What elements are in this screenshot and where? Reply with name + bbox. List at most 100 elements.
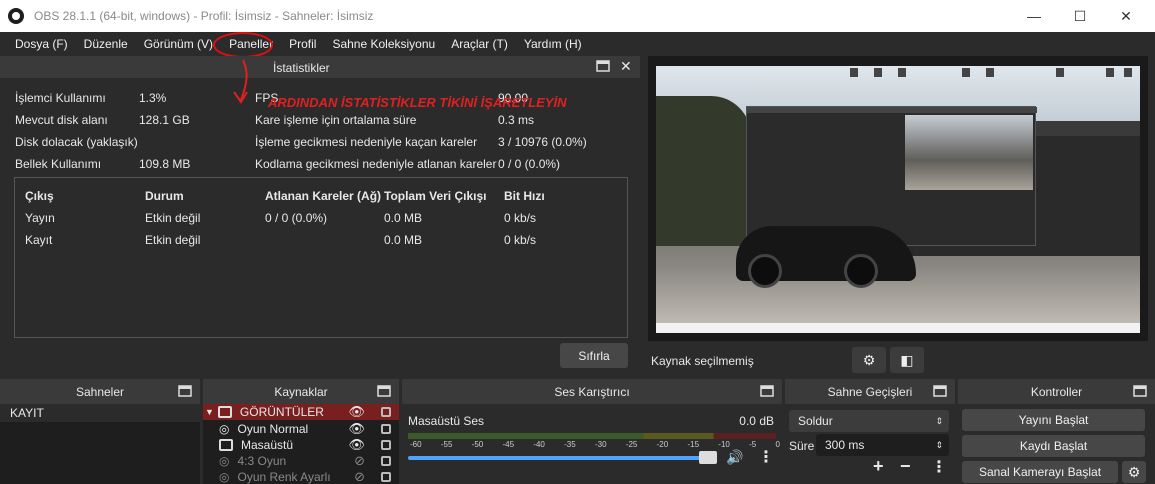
menu-edit[interactable]: Düzenle — [76, 37, 136, 51]
close-button[interactable]: ✕ — [1103, 0, 1149, 32]
transition-select[interactable]: Soldur ⇕ — [789, 410, 949, 432]
minimize-button[interactable]: — — [1011, 0, 1057, 32]
lock-icon[interactable] — [381, 440, 391, 450]
minus-icon[interactable]: − — [900, 456, 911, 477]
output-stats-table: Çıkış Durum Atlanan Kareler (Ağ) Toplam … — [14, 177, 628, 338]
column-header: Toplam Veri Çıkışı — [384, 189, 487, 203]
audio-mixer-dock: Ses Karıştırıcı Masaüstü Ses 0.0 dB -60 … — [402, 379, 782, 484]
plus-icon[interactable]: + — [873, 456, 884, 477]
maximize-button[interactable]: ☐ — [1057, 0, 1103, 32]
table-cell: 0.0 MB — [384, 211, 423, 225]
speaker-icon[interactable]: 🔊 — [726, 449, 743, 466]
float-icon[interactable] — [178, 385, 192, 397]
close-icon[interactable]: ✕ — [620, 58, 632, 75]
obs-logo-icon — [8, 8, 24, 24]
start-virtual-camera-button[interactable]: Sanal Kamerayı Başlat — [962, 461, 1118, 483]
trees-shape — [656, 96, 751, 246]
meter-scale: -60 -55 -50 -45 -40 -35 -30 -25 -20 -15 … — [410, 440, 780, 449]
stat-value: 3 / 10976 (0.0%) — [498, 135, 587, 149]
desktop-icon — [850, 68, 858, 77]
stat-value: 1.3% — [139, 91, 167, 105]
nested-preview — [905, 115, 1033, 190]
desktop-icon — [898, 68, 906, 77]
scenes-title: Sahneler — [75, 385, 125, 399]
volume-slider[interactable] — [408, 456, 708, 460]
lock-icon[interactable] — [381, 456, 391, 466]
nested-obs-window — [746, 106, 1037, 246]
wheel-shape — [748, 254, 782, 288]
spinner-icon: ⇕ — [935, 415, 943, 426]
mixer-body: Masaüstü Ses 0.0 dB -60 -55 -50 -45 -40 … — [402, 404, 782, 484]
float-icon[interactable] — [1133, 385, 1147, 397]
float-icon[interactable] — [933, 385, 947, 397]
source-label: GÖRÜNTÜLER — [239, 405, 324, 419]
volume-meter — [408, 433, 776, 439]
more-options-icon[interactable]: ⋮ — [758, 447, 774, 467]
meter-tick: -5 — [749, 440, 757, 449]
eye-icon[interactable]: 👁 — [348, 421, 365, 437]
meter-tick: -15 — [687, 440, 700, 449]
more-options-icon[interactable]: ⋮ — [931, 457, 947, 477]
column-header: Atlanan Kareler (Ağ) — [265, 189, 382, 203]
list-item[interactable]: Masaüstü 👁 — [203, 437, 399, 453]
filters-icon[interactable]: ◧ — [890, 347, 924, 373]
sources-header: Kaynaklar — [203, 379, 399, 404]
table-cell: 0.0 MB — [384, 233, 423, 247]
meter-tick: -60 — [410, 440, 422, 449]
list-item[interactable]: ◎ Oyun Normal 👁 — [203, 421, 399, 437]
meter-tick: -30 — [594, 440, 607, 449]
table-cell: Etkin değil — [145, 211, 201, 225]
start-streaming-button[interactable]: Yayını Başlat — [962, 409, 1145, 431]
gear-icon[interactable]: ⚙ — [1122, 461, 1146, 483]
list-item[interactable]: ◎ 4:3 Oyun ⊘ — [203, 453, 399, 469]
menu-help[interactable]: Yardım (H) — [516, 37, 590, 51]
mixer-title: Ses Karıştırıcı — [554, 385, 630, 399]
start-recording-button[interactable]: Kaydı Başlat — [962, 435, 1145, 457]
transitions-header: Sahne Geçişleri — [785, 379, 955, 404]
annotation-text: ARDINDAN İSTATİSTİKLER TİKİNİ İŞARETLEYİ… — [268, 95, 567, 110]
eye-icon[interactable]: 👁 — [348, 437, 365, 453]
reset-button[interactable]: Sıfırla — [560, 343, 628, 368]
scene-item[interactable]: KAYIT — [0, 404, 200, 422]
lock-icon[interactable] — [381, 407, 391, 417]
sources-dock: Kaynaklar ▼ GÖRÜNTÜLER 👁 ◎ Oyun Normal 👁… — [203, 379, 399, 484]
duration-input[interactable]: 300 ms ⇕ — [816, 434, 949, 456]
list-item[interactable]: ▼ GÖRÜNTÜLER 👁 — [203, 404, 399, 420]
menu-tools[interactable]: Araçlar (T) — [443, 37, 516, 51]
volume-slider-handle[interactable] — [698, 451, 717, 464]
meter-tick: -40 — [533, 440, 545, 449]
controls-header: Kontroller — [958, 379, 1155, 404]
lock-icon[interactable] — [381, 424, 391, 434]
float-icon[interactable] — [596, 60, 610, 72]
menu-view[interactable]: Görünüm (V) — [136, 37, 221, 51]
meter-tick: -10 — [718, 440, 730, 449]
gear-icon[interactable]: ⚙ — [852, 347, 886, 373]
list-item[interactable]: ◎ Oyun Renk Ayarlı ⊘ — [203, 469, 399, 484]
eye-icon[interactable]: 👁 — [348, 404, 365, 420]
scenes-list: KAYIT — [0, 404, 200, 484]
menu-file[interactable]: Dosya (F) — [7, 37, 76, 51]
float-icon[interactable] — [760, 385, 774, 397]
column-header: Çıkış — [25, 189, 54, 203]
gamepad-icon: ◎ — [219, 470, 230, 484]
desktop-icon — [962, 68, 970, 77]
desktop-icon — [1106, 68, 1114, 77]
stat-label: İşlemci Kullanımı — [15, 91, 106, 105]
menu-profile[interactable]: Profil — [281, 37, 324, 51]
table-cell: Yayın — [25, 211, 55, 225]
eye-hidden-icon[interactable]: ⊘ — [354, 453, 365, 469]
menu-scene-collection[interactable]: Sahne Koleksiyonu — [324, 37, 443, 51]
nested-title-bar — [747, 107, 1037, 113]
lock-icon[interactable] — [381, 472, 391, 482]
eye-hidden-icon[interactable]: ⊘ — [354, 469, 365, 484]
expand-icon[interactable]: ▼ — [205, 407, 214, 417]
wheel-shape — [844, 254, 878, 288]
preview-canvas[interactable] — [648, 56, 1148, 341]
gamepad-icon: ◎ — [219, 454, 230, 468]
duration-value: 300 ms — [825, 438, 865, 452]
controls-dock: Kontroller Yayını Başlat Kaydı Başlat Sa… — [958, 379, 1155, 484]
float-icon[interactable] — [377, 385, 391, 397]
spinner-icon: ⇕ — [935, 439, 943, 450]
source-label: Oyun Renk Ayarlı — [237, 470, 331, 484]
meter-tick: -55 — [440, 440, 453, 449]
